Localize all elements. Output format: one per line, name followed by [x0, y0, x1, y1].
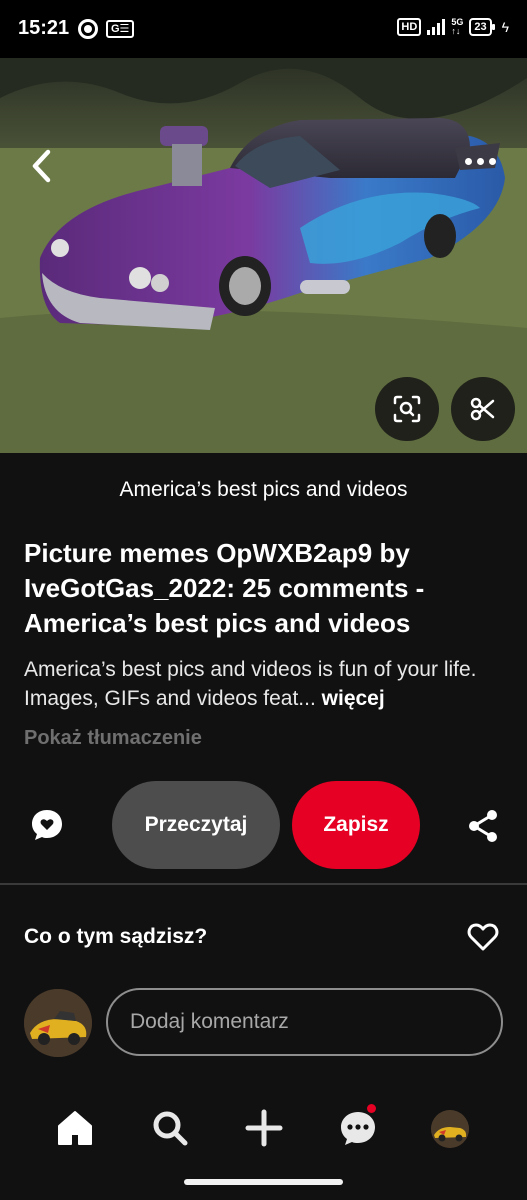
chevron-left-icon [32, 149, 51, 183]
nav-create[interactable] [244, 1108, 284, 1148]
back-button[interactable] [26, 146, 60, 186]
status-time: 15:21 [18, 17, 70, 39]
react-button[interactable] [467, 922, 499, 952]
show-translation-link[interactable]: Pokaż tłumaczenie [24, 727, 202, 750]
nav-home[interactable] [55, 1108, 95, 1148]
pin-description-text: America’s best pics and videos is fun of… [24, 658, 477, 710]
divider [0, 883, 527, 885]
chrome-icon [78, 19, 98, 39]
visual-search-icon [393, 395, 421, 423]
gesture-bar[interactable] [184, 1179, 343, 1185]
signal-icon [427, 19, 446, 35]
comment-bubble-icon [32, 810, 62, 840]
search-icon [153, 1111, 188, 1146]
charging-bolt-icon: ϟ [501, 19, 509, 35]
share-icon [469, 810, 497, 842]
messages-notification-dot [367, 1104, 376, 1113]
visual-search-button[interactable] [375, 377, 439, 441]
save-button[interactable]: Zapisz [292, 781, 420, 869]
pin-description: America’s best pics and videos is fun of… [24, 655, 504, 713]
source-title[interactable]: America’s best pics and videos [0, 478, 527, 502]
messages-icon [341, 1112, 375, 1145]
scissors-icon [470, 397, 495, 421]
car-image [0, 58, 527, 453]
share-button[interactable] [466, 808, 500, 844]
nav-search[interactable] [150, 1108, 190, 1148]
status-bar: 15:21 G☰ HD 5G ↑↓ 23 ϟ [0, 0, 527, 58]
pin-image[interactable] [0, 58, 527, 453]
pin-title: Picture memes OpWXB2ap9 by IveGotGas_202… [24, 538, 425, 638]
more-options-button[interactable] [465, 152, 501, 170]
hd-badge: HD [397, 18, 422, 36]
status-right-icons: HD 5G ↑↓ 23 ϟ [397, 18, 509, 36]
battery-icon: 23 [469, 18, 495, 36]
more-horizontal-icon [465, 157, 472, 165]
network-activity: ↑↓ [451, 26, 461, 36]
read-button[interactable]: Przeczytaj [112, 781, 280, 869]
status-left-icons: G☰ [78, 19, 135, 39]
plus-icon [245, 1109, 283, 1147]
heart-outline-icon [467, 923, 499, 951]
home-icon [58, 1111, 92, 1145]
feedback-prompt: Co o tym sądzisz? [24, 925, 208, 948]
user-avatar [24, 989, 92, 1057]
cutout-button[interactable] [451, 377, 515, 441]
network-type: 5G ↑↓ [451, 18, 463, 36]
bottom-navigation [0, 1090, 527, 1170]
profile-avatar [431, 1110, 469, 1148]
comment-input[interactable] [106, 988, 503, 1056]
more-link[interactable]: więcej [322, 687, 385, 710]
comments-button[interactable] [29, 807, 65, 843]
nav-profile-avatar[interactable] [431, 1110, 469, 1148]
nav-messages[interactable] [338, 1108, 378, 1148]
ge-notification-icon: G☰ [106, 20, 135, 38]
